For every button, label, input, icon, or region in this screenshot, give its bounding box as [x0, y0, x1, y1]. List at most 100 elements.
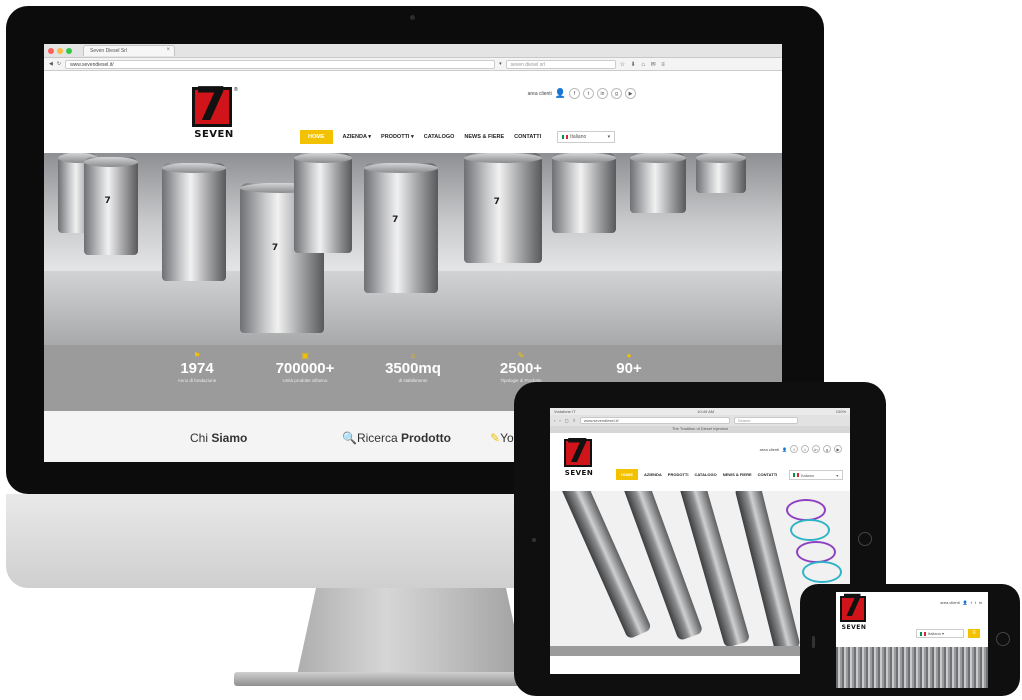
speaker-icon — [812, 636, 815, 648]
language-value: Italiano — [801, 472, 815, 478]
share-icon[interactable]: ⇪ — [572, 418, 575, 423]
close-tab-icon[interactable]: × — [166, 47, 170, 53]
nav-prodotti[interactable]: PRODOTTI ▾ — [381, 134, 414, 140]
nav-azienda[interactable]: AZIENDA — [644, 472, 662, 477]
nozzle-cylinder — [294, 153, 352, 253]
bookmarks-icon[interactable]: ▢ — [565, 418, 569, 423]
googleplus-icon[interactable]: g — [823, 445, 831, 453]
maximize-window-icon[interactable] — [66, 47, 72, 54]
carrier: Vodafone IT — [554, 409, 576, 414]
italy-flag-icon — [793, 473, 800, 478]
pencil-icon: ✎ — [490, 431, 501, 445]
area-clienti-link[interactable]: area clienti — [528, 91, 552, 97]
twitter-icon[interactable]: t — [975, 600, 976, 605]
back-icon[interactable]: ◀ — [49, 61, 53, 67]
nav-news-fiere[interactable]: NEWS & FIERE — [464, 134, 504, 140]
forward-icon[interactable]: › — [559, 418, 560, 423]
dropdown-icon[interactable]: ▾ — [499, 61, 502, 67]
googleplus-icon[interactable]: g — [611, 88, 622, 99]
area-clienti-link[interactable]: area clienti — [940, 600, 959, 605]
nozzle-cylinder: 7 — [84, 157, 138, 255]
nav-news-fiere[interactable]: NEWS & FIERE — [723, 472, 752, 477]
nav-catalogo[interactable]: CATALOGO — [424, 134, 455, 140]
link-chi-siamo[interactable]: Chi Siamo — [190, 431, 247, 445]
status-time: 10:49 AM — [697, 409, 715, 414]
url-input[interactable]: www.sevendiesel.it/ — [65, 59, 496, 69]
device-mockup-scene: Seven Diesel Srl × ◀ ↻ www.sevendiesel.it… — [0, 0, 1022, 700]
facebook-icon[interactable]: f — [790, 445, 798, 453]
stat-number: 3500mq — [385, 360, 441, 377]
logo-word: SEVEN — [194, 129, 234, 140]
nav-contatti[interactable]: CONTATTI — [514, 134, 541, 140]
hamburger-menu-icon[interactable]: ≡ — [968, 629, 980, 638]
nozzle-cylinder: 7 — [364, 163, 438, 293]
home-button[interactable] — [858, 532, 872, 546]
stat-label: Anno di fondazione — [177, 377, 217, 383]
stat-number: 2500+ — [499, 360, 543, 377]
close-window-icon[interactable] — [48, 47, 54, 54]
youtube-icon[interactable]: ▶ — [625, 88, 636, 99]
toolbar-icons[interactable]: ☆ ⬇ ⌂ ✉ ≡ — [620, 61, 667, 68]
nav-prodotti[interactable]: PRODOTTI — [668, 472, 689, 477]
twitter-icon[interactable]: t — [583, 88, 594, 99]
nav-contatti[interactable]: CONTATTI — [758, 472, 778, 477]
registered-mark: ® — [234, 87, 238, 93]
logo-digit: 7 — [195, 77, 228, 131]
youtube-icon[interactable]: ▶ — [834, 445, 842, 453]
language-select[interactable]: Italiano ▾ — [789, 469, 844, 480]
imac-stand — [296, 588, 526, 680]
back-icon[interactable]: ‹ — [554, 418, 555, 423]
language-select[interactable]: Italiano ▾ — [916, 629, 964, 638]
linkedin-icon[interactable]: in — [597, 88, 608, 99]
stat-label: Unità prodotte all'anno — [282, 377, 328, 383]
hero-banner: 7 7 7 7 — [44, 153, 782, 345]
nav-home[interactable]: HOME — [616, 469, 638, 480]
user-icon[interactable]: 👤 — [963, 600, 968, 605]
facebook-icon[interactable]: f — [569, 88, 580, 99]
search-icon: 🔍 — [342, 431, 357, 445]
seven-logo[interactable]: 7 SEVEN — [840, 592, 870, 640]
o-ring — [786, 499, 826, 521]
link-text: Yo — [500, 431, 514, 445]
twitter-icon[interactable]: t — [801, 445, 809, 453]
main-nav: HOME AZIENDA PRODOTTI CATALOGO NEWS & FI… — [616, 469, 844, 480]
tab-title[interactable]: The Tradition of Diesel Injection — [550, 426, 850, 433]
battery-level: 100% — [835, 409, 846, 414]
seven-logo[interactable]: 7 SEVEN — [564, 434, 594, 483]
reload-icon[interactable]: ↻ — [57, 61, 61, 67]
link-text: Ricerca — [356, 431, 401, 445]
nav-azienda[interactable]: AZIENDA ▾ — [343, 134, 372, 140]
main-nav: HOME AZIENDA ▾ PRODOTTI ▾ CATALOGO NEWS … — [300, 130, 616, 144]
header-top-right: area clienti 👤 f t in g ▶ — [760, 445, 842, 453]
search-input[interactable]: Search — [733, 417, 798, 424]
o-ring — [802, 561, 842, 583]
stat-number: 90+ — [616, 360, 642, 377]
language-select[interactable]: Italiano ▾ — [557, 131, 616, 143]
seven-logo[interactable]: 7 ® SEVEN — [192, 81, 238, 143]
minimize-window-icon[interactable] — [57, 47, 63, 54]
user-icon[interactable]: 👤 — [555, 88, 566, 99]
search-input[interactable]: seven diesel srl — [505, 59, 616, 69]
stat-item: ⚑ 1974 Anno di fondazione — [161, 351, 233, 411]
browser-tab[interactable]: Seven Diesel Srl × — [83, 45, 175, 56]
home-button[interactable] — [996, 632, 1010, 646]
nav-catalogo[interactable]: CATALOGO — [694, 472, 716, 477]
browser-address-bar: ‹ › ▢ ⇪ www.sevendiesel.it/ Search — [550, 415, 850, 426]
language-value: Italiano — [928, 631, 941, 636]
area-clienti-link[interactable]: area clienti — [760, 447, 779, 452]
status-bar: Vodafone IT 10:49 AM 100% — [550, 408, 850, 415]
stat-item: ⌂ 3500mq di stabilimento — [377, 351, 449, 411]
site-header: 7 ® SEVEN area clienti 👤 f t in g ▶ HOME… — [44, 71, 782, 153]
linkedin-icon[interactable]: in — [812, 445, 820, 453]
chevron-down-icon: ▾ — [836, 472, 839, 478]
url-input[interactable]: www.sevendiesel.it/ — [579, 417, 730, 424]
nav-home[interactable]: HOME — [300, 130, 333, 144]
nav-azienda-label: AZIENDA — [342, 134, 367, 140]
link-third[interactable]: ✎Yo — [490, 431, 514, 445]
link-ricerca-prodotto[interactable]: 🔍Ricerca Prodotto — [342, 431, 451, 445]
linkedin-icon[interactable]: in — [979, 600, 982, 605]
user-icon[interactable]: 👤 — [782, 447, 787, 452]
facebook-icon[interactable]: f — [971, 600, 972, 605]
logo-word: SEVEN — [841, 624, 867, 631]
browser-address-bar: ◀ ↻ www.sevendiesel.it/ ▾ seven diesel s… — [44, 58, 782, 71]
